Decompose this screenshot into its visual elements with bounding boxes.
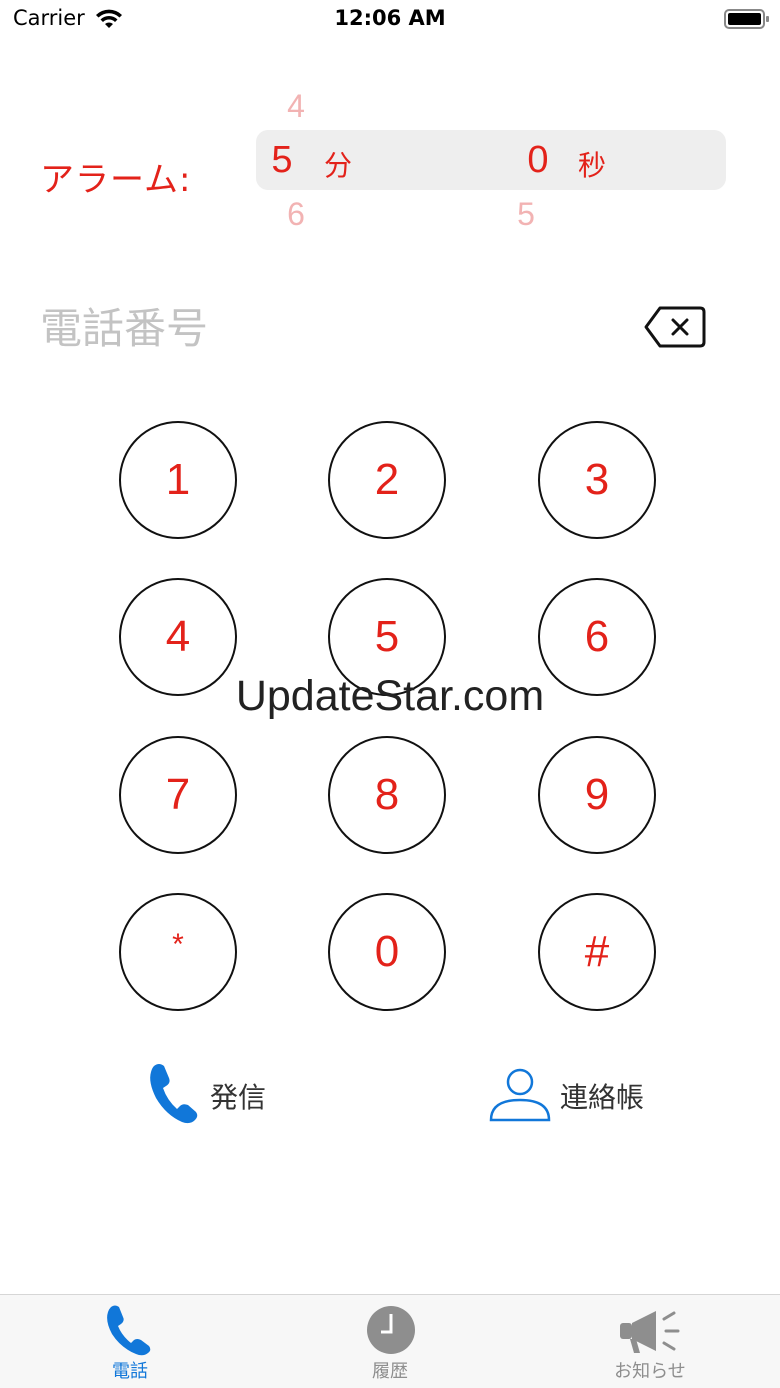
- tab-history-label: 履歴: [372, 1361, 408, 1382]
- key-9[interactable]: 9: [538, 736, 656, 854]
- phone-icon: [150, 1064, 198, 1124]
- tab-phone-label: 電話: [112, 1361, 148, 1382]
- contacts-button[interactable]: 連絡帳: [488, 1060, 658, 1130]
- watermark-text: UpdateStar.com: [235, 672, 545, 720]
- delete-digit-button[interactable]: [642, 304, 708, 350]
- key-0[interactable]: 0: [328, 893, 446, 1011]
- seconds-option-below[interactable]: 5: [496, 196, 556, 233]
- alarm-label: アラーム:: [40, 160, 192, 200]
- clock-icon: [367, 1306, 415, 1354]
- key-7[interactable]: 7: [119, 736, 237, 854]
- backspace-icon: [644, 306, 706, 348]
- minutes-selected[interactable]: 5: [252, 139, 312, 182]
- key-2[interactable]: 2: [328, 421, 446, 539]
- tab-phone[interactable]: 電話: [0, 1295, 260, 1388]
- phone-icon: [107, 1305, 151, 1356]
- contact-person-icon: [489, 1068, 551, 1122]
- tab-notices-label: お知らせ: [614, 1361, 686, 1382]
- key-1[interactable]: 1: [119, 421, 237, 539]
- seconds-unit-label: 秒: [578, 149, 607, 182]
- battery-icon: [724, 9, 769, 29]
- key-8[interactable]: 8: [328, 736, 446, 854]
- key-hash[interactable]: #: [538, 893, 656, 1011]
- seconds-wheel[interactable]: 0 5 秒: [506, 88, 726, 238]
- call-button[interactable]: 発信: [148, 1060, 288, 1130]
- call-label: 発信: [210, 1081, 267, 1114]
- minutes-wheel[interactable]: 4 5 6 分: [256, 88, 506, 238]
- tab-history[interactable]: 履歴: [260, 1295, 520, 1388]
- minutes-option-below[interactable]: 6: [266, 196, 326, 233]
- key-star[interactable]: *: [119, 893, 237, 1011]
- tab-bar: 電話 履歴 お知らせ: [0, 1294, 780, 1388]
- phone-number-input[interactable]: [40, 304, 600, 353]
- key-3[interactable]: 3: [538, 421, 656, 539]
- alarm-time-picker[interactable]: 4 5 6 分 0 5 秒: [256, 88, 726, 238]
- tab-notices[interactable]: お知らせ: [520, 1295, 780, 1388]
- clock-time: 12:06 AM: [334, 6, 446, 30]
- megaphone-icon: [620, 1311, 680, 1353]
- status-bar: Carrier 12:06 AM: [0, 0, 780, 40]
- seconds-selected[interactable]: 0: [508, 139, 568, 182]
- minutes-unit-label: 分: [324, 149, 353, 182]
- contacts-label: 連絡帳: [560, 1081, 645, 1114]
- minutes-option-above[interactable]: 4: [266, 88, 326, 125]
